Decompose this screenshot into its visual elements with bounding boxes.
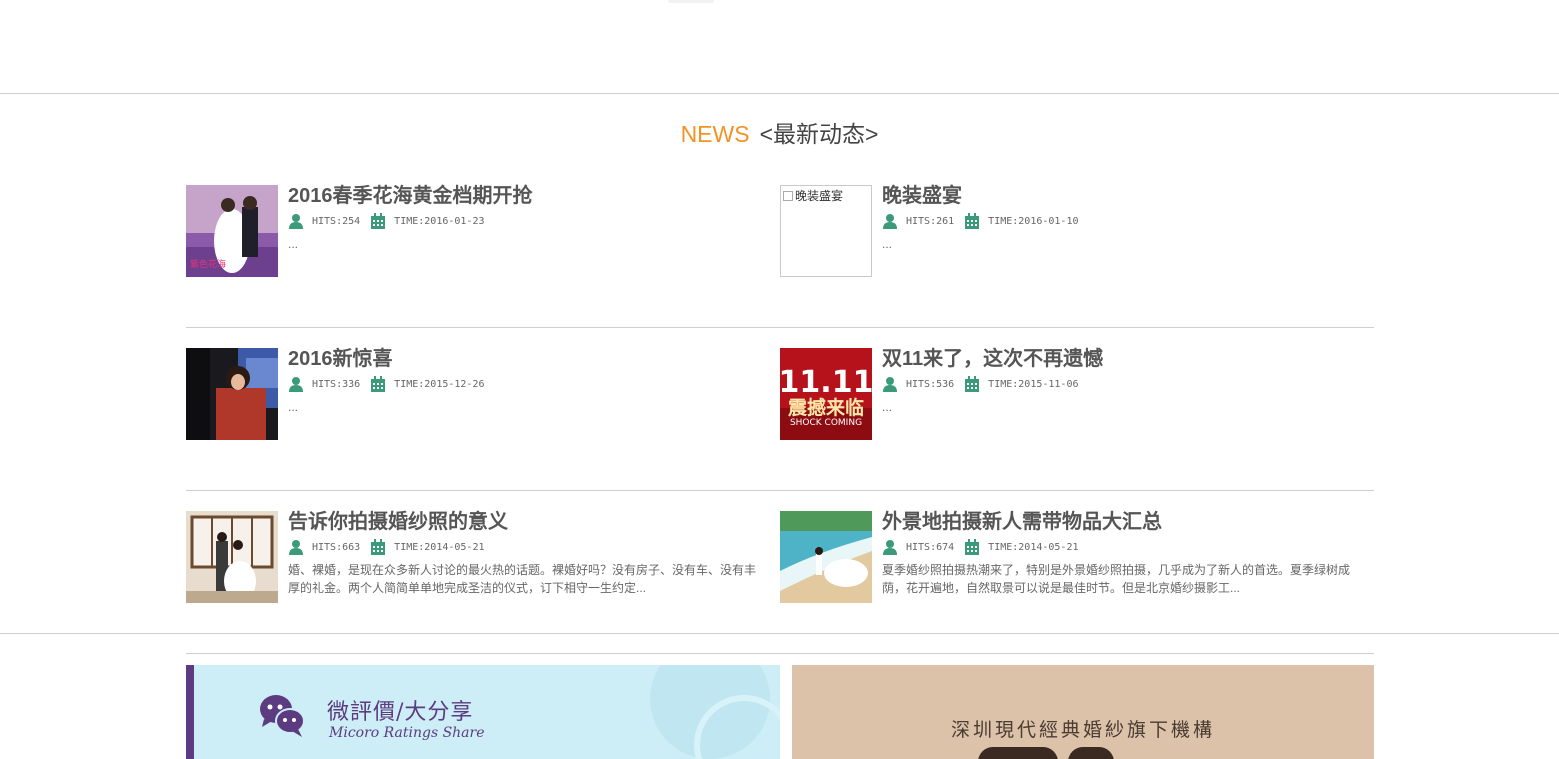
- news-excerpt: 夏季婚纱照拍摄热潮来了，特别是外景婚纱照拍摄，几乎成为了新人的首选。夏季绿树成荫…: [882, 563, 1351, 595]
- news-info: 告诉你拍摄婚纱照的意义 HITS:663 TIME:2014-05-21 婚、裸…: [288, 511, 758, 597]
- news-item[interactable]: 11.11 震撼来临 SHOCK COMING 双11来了，这次不再遗憾 HIT…: [780, 348, 1360, 440]
- beach-wedding-photo: [780, 511, 872, 603]
- news-thumb[interactable]: [186, 511, 278, 603]
- news-meta: HITS:336 TIME:2015-12-26: [288, 376, 758, 392]
- news-item[interactable]: 晚装盛宴 晚装盛宴 HITS:261 TIME:2016-01-10 ...: [780, 185, 1360, 277]
- hits-count: HITS:663: [312, 541, 361, 553]
- brand-logo-pill[interactable]: [1068, 747, 1114, 759]
- news-row: 2016新惊喜 HITS:336 TIME:2015-12-26 ... 11.…: [186, 348, 1374, 491]
- broken-image-icon: [783, 191, 793, 201]
- news-grid: 紫色花海 2016春季花海黄金档期开抢 HITS:254 TIME:2016-0…: [186, 185, 1374, 654]
- news-item[interactable]: 告诉你拍摄婚纱照的意义 HITS:663 TIME:2014-05-21 婚、裸…: [186, 511, 766, 603]
- news-thumb[interactable]: 11.11 震撼来临 SHOCK COMING: [780, 348, 872, 440]
- news-title[interactable]: 告诉你拍摄婚纱照的意义: [288, 511, 758, 533]
- thumb-big-text: 11.11: [780, 365, 872, 400]
- news-info: 晚装盛宴 HITS:261 TIME:2016-01-10 ...: [882, 185, 1352, 253]
- calendar-icon: [965, 539, 980, 555]
- lavender-field-couple-photo: 紫色花海: [186, 185, 278, 277]
- calendar-icon: [371, 539, 386, 555]
- hits-count: HITS:536: [906, 378, 955, 390]
- calendar-icon: [371, 376, 386, 392]
- brand-logo-pill[interactable]: [978, 747, 1058, 759]
- news-thumb[interactable]: [186, 348, 278, 440]
- news-meta: HITS:261 TIME:2016-01-10: [882, 213, 1352, 229]
- user-icon: [883, 377, 897, 392]
- thumb-en-text: SHOCK COMING: [790, 418, 862, 428]
- news-info: 双11来了，这次不再遗憾 HITS:536 TIME:2015-11-06 ..…: [882, 348, 1352, 416]
- calendar-icon: [965, 213, 980, 229]
- studio-wedding-photo: [186, 511, 278, 603]
- news-thumb[interactable]: [780, 511, 872, 603]
- news-excerpt: 婚、裸婚，是现在众多新人讨论的最火热的话题。裸婚好吗？没有房子、没有车、没有丰厚…: [288, 563, 757, 595]
- post-date: TIME:2015-12-26: [394, 378, 485, 390]
- news-excerpt: ...: [288, 237, 299, 251]
- news-row: 紫色花海 2016春季花海黄金档期开抢 HITS:254 TIME:2016-0…: [186, 185, 1374, 328]
- user-icon: [289, 214, 303, 229]
- post-date: TIME:2016-01-23: [394, 215, 485, 227]
- wechat-chat-icon: [260, 695, 305, 737]
- news-excerpt: ...: [882, 237, 893, 251]
- news-item[interactable]: 紫色花海 2016春季花海黄金档期开抢 HITS:254 TIME:2016-0…: [186, 185, 766, 277]
- section-title: NEWS <最新动态>: [0, 115, 1559, 149]
- user-icon: [883, 214, 897, 229]
- micro-ratings-banner[interactable]: 微評價/大分享 Micoro Ratings Share: [186, 665, 780, 759]
- top-nub: [668, 0, 714, 3]
- thumb-caption: 紫色花海: [190, 258, 226, 270]
- post-date: TIME:2015-11-06: [988, 378, 1079, 390]
- hits-count: HITS:261: [906, 215, 955, 227]
- top-strip: [0, 0, 1559, 94]
- news-meta: HITS:254 TIME:2016-01-23: [288, 213, 758, 229]
- hits-count: HITS:674: [906, 541, 955, 553]
- news-meta: HITS:536 TIME:2015-11-06: [882, 376, 1352, 392]
- news-info: 外景地拍摄新人需带物品大汇总 HITS:674 TIME:2014-05-21 …: [882, 511, 1352, 597]
- hits-count: HITS:254: [312, 215, 361, 227]
- post-date: TIME:2014-05-21: [394, 541, 485, 553]
- news-item[interactable]: 外景地拍摄新人需带物品大汇总 HITS:674 TIME:2014-05-21 …: [780, 511, 1360, 603]
- post-date: TIME:2014-05-21: [988, 541, 1079, 553]
- news-meta: HITS:663 TIME:2014-05-21: [288, 539, 758, 555]
- news-info: 2016春季花海黄金档期开抢 HITS:254 TIME:2016-01-23 …: [288, 185, 758, 253]
- news-thumb-broken[interactable]: 晚装盛宴: [780, 185, 872, 277]
- double-eleven-banner: 11.11 震撼来临 SHOCK COMING: [780, 348, 872, 440]
- calendar-icon: [371, 213, 386, 229]
- banner-subtitle: Micoro Ratings Share: [329, 725, 485, 741]
- hits-count: HITS:336: [312, 378, 361, 390]
- banner-title: 深圳現代經典婚紗旗下機構: [950, 719, 1215, 741]
- news-meta: HITS:674 TIME:2014-05-21: [882, 539, 1352, 555]
- news-thumb[interactable]: 紫色花海: [186, 185, 278, 277]
- user-icon: [289, 540, 303, 555]
- thumb-alt-text: 晚装盛宴: [795, 189, 844, 203]
- news-item[interactable]: 2016新惊喜 HITS:336 TIME:2015-12-26 ...: [186, 348, 766, 440]
- news-title[interactable]: 双11来了，这次不再遗憾: [882, 348, 1352, 370]
- news-title[interactable]: 2016新惊喜: [288, 348, 758, 370]
- news-excerpt: ...: [882, 400, 893, 414]
- user-icon: [883, 540, 897, 555]
- calendar-icon: [965, 376, 980, 392]
- section-title-en: NEWS: [680, 121, 750, 147]
- post-date: TIME:2016-01-10: [988, 215, 1079, 227]
- news-title[interactable]: 晚装盛宴: [882, 185, 1352, 207]
- thumb-cn-text: 震撼来临: [788, 396, 864, 419]
- user-icon: [289, 377, 303, 392]
- news-excerpt: ...: [288, 400, 299, 414]
- section-title-cn: <最新动态>: [759, 121, 879, 147]
- news-title[interactable]: 2016春季花海黄金档期开抢: [288, 185, 758, 207]
- brand-banner[interactable]: 深圳現代經典婚紗旗下機構: [792, 665, 1374, 759]
- couple-night-photo: [186, 348, 278, 440]
- banner-title: 微評價/大分享: [327, 700, 474, 725]
- news-title[interactable]: 外景地拍摄新人需带物品大汇总: [882, 511, 1352, 533]
- news-info: 2016新惊喜 HITS:336 TIME:2015-12-26 ...: [288, 348, 758, 416]
- section-divider: [0, 633, 1559, 634]
